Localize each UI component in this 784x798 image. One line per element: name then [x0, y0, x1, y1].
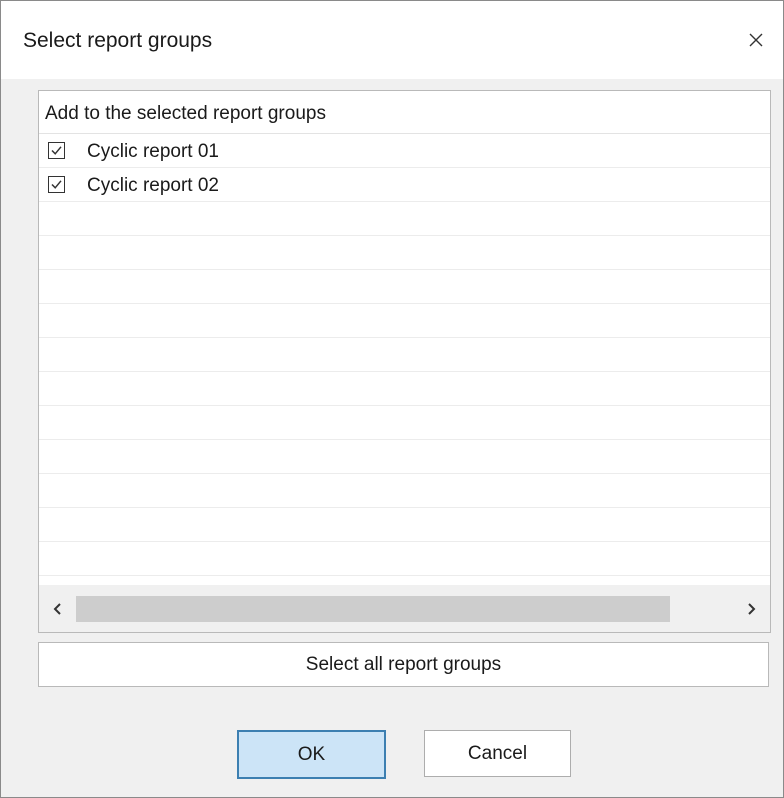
checkbox[interactable]	[48, 176, 65, 193]
chevron-right-icon	[748, 603, 756, 615]
list-item[interactable]: Cyclic report 01	[39, 134, 770, 168]
list-item[interactable]: Cyclic report 02	[39, 168, 770, 202]
title-bar: Select report groups	[1, 1, 783, 79]
list-header-label: Add to the selected report groups	[45, 103, 326, 124]
dialog-title: Select report groups	[23, 29, 213, 52]
scroll-right-button[interactable]	[738, 596, 764, 622]
report-groups-list[interactable]: Add to the selected report groups Cyclic…	[38, 90, 771, 633]
list-rows: Cyclic report 01 Cyclic report 02	[39, 134, 770, 585]
ok-button[interactable]: OK	[237, 730, 386, 779]
checkmark-icon	[51, 146, 62, 155]
close-icon	[749, 33, 763, 47]
scrollbar-thumb[interactable]	[76, 596, 670, 622]
select-all-button[interactable]: Select all report groups	[38, 642, 769, 687]
chevron-left-icon	[53, 603, 61, 615]
list-header: Add to the selected report groups	[39, 91, 770, 134]
select-report-groups-dialog: Select report groups Add to the selected…	[0, 0, 784, 798]
list-item-label: Cyclic report 02	[87, 175, 219, 196]
close-button[interactable]	[729, 17, 783, 63]
checkmark-icon	[51, 180, 62, 189]
list-item-label: Cyclic report 01	[87, 141, 219, 162]
scroll-left-button[interactable]	[45, 596, 71, 622]
checkbox[interactable]	[48, 142, 65, 159]
horizontal-scrollbar[interactable]	[39, 585, 770, 632]
cancel-button[interactable]: Cancel	[424, 730, 571, 777]
